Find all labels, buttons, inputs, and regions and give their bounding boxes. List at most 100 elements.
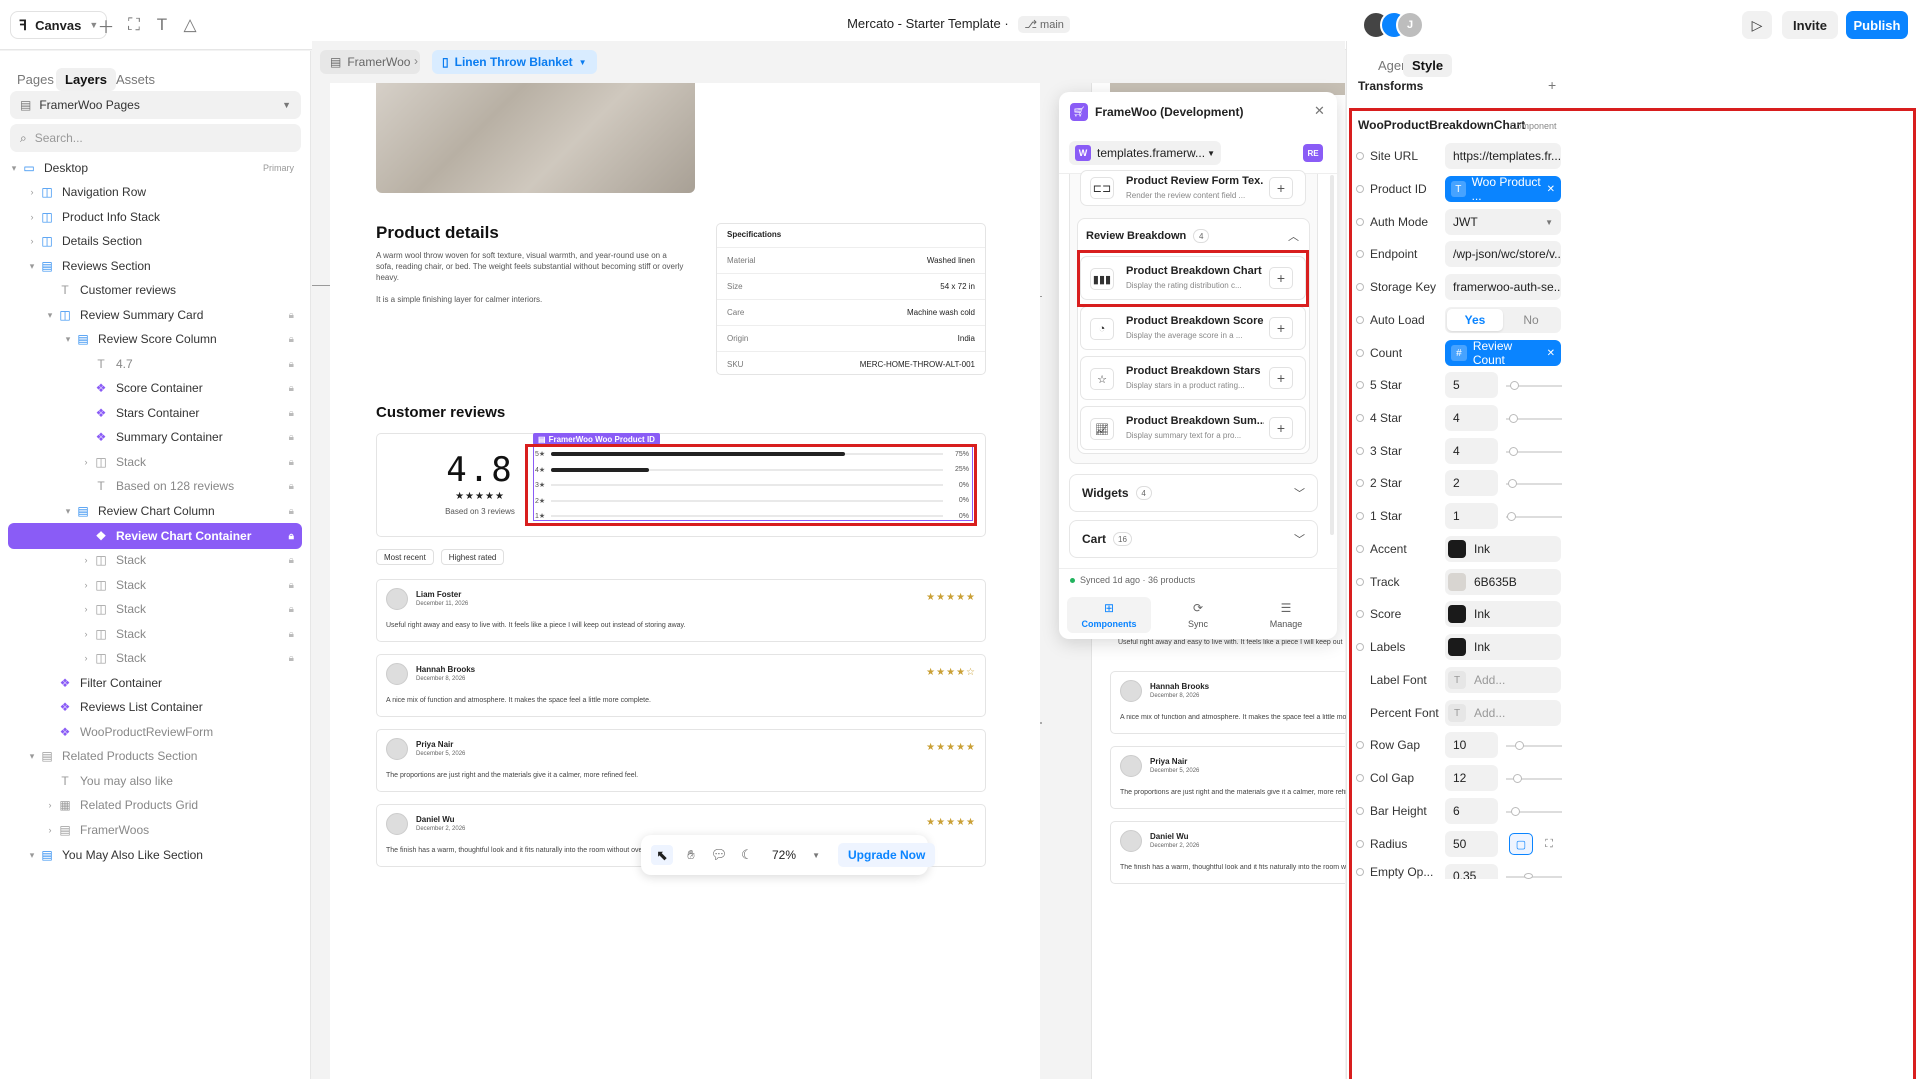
lock-icon[interactable]: 🔒︎ — [289, 310, 294, 321]
lock-icon[interactable]: 🔒︎ — [289, 629, 294, 640]
invite-button[interactable]: Invite — [1782, 11, 1838, 39]
layer-row[interactable]: ❖ Reviews List Container — [8, 695, 302, 719]
frame-tool-icon[interactable]: ⛶ — [120, 11, 148, 39]
add-component-button[interactable]: + — [1269, 367, 1293, 389]
star-1-slider[interactable] — [1506, 512, 1562, 521]
score-color-field[interactable]: Ink — [1445, 601, 1561, 627]
empty-opacity-input[interactable]: 0.35 — [1445, 864, 1498, 879]
layer-row[interactable]: ❖ Score Container 🔒︎ — [8, 376, 302, 400]
slider-knob[interactable] — [1509, 414, 1518, 423]
lock-icon[interactable]: 🔒︎ — [289, 334, 294, 345]
bar-height-input[interactable]: 6 — [1445, 798, 1498, 824]
layer-row[interactable]: T You may also like — [8, 769, 302, 793]
product-id-variable[interactable]: T Woo Product ... ✕ — [1445, 175, 1561, 203]
lock-icon[interactable]: 🔒︎ — [289, 506, 294, 517]
accent-color-field[interactable]: Ink — [1445, 536, 1561, 562]
layer-row[interactable]: › ◫ Stack 🔒︎ — [8, 450, 302, 474]
track-color-field[interactable]: 6B635B — [1445, 569, 1561, 595]
label-font-field[interactable]: T Add... — [1445, 667, 1561, 693]
hand-tool-icon[interactable]: ✋︎ — [680, 845, 702, 865]
lock-icon[interactable]: 🔒︎ — [289, 457, 294, 468]
nav-manage[interactable]: Manage — [1244, 619, 1328, 629]
layer-row[interactable]: › ◫ Stack 🔒︎ — [8, 597, 302, 621]
col-gap-input[interactable]: 12 — [1445, 765, 1498, 791]
layer-row[interactable]: ❖ Summary Container 🔒︎ — [8, 425, 302, 449]
slider-knob[interactable] — [1507, 512, 1516, 521]
comment-tool-icon[interactable]: 💬︎ — [708, 845, 730, 865]
insert-icon[interactable]: ＋ — [92, 11, 120, 39]
filter-most-recent[interactable]: Most recent — [376, 549, 434, 565]
bar-height-slider[interactable] — [1506, 807, 1562, 816]
vector-tool-icon[interactable]: △ — [176, 11, 204, 39]
layer-row[interactable]: › ▦ Related Products Grid — [8, 793, 302, 817]
branch-badge[interactable]: ⎇ main — [1018, 16, 1070, 33]
slider-knob[interactable] — [1524, 873, 1533, 879]
layer-row[interactable]: T Based on 128 reviews 🔒︎ — [8, 474, 302, 498]
tab-assets[interactable]: Assets — [107, 68, 164, 91]
slider-knob[interactable] — [1513, 774, 1522, 783]
add-icon[interactable]: + — [1548, 77, 1556, 93]
nav-components[interactable]: Components — [1067, 619, 1151, 629]
layer-row[interactable]: › ◫ Stack 🔒︎ — [8, 622, 302, 646]
star-1-input[interactable]: 1 — [1445, 503, 1498, 529]
add-component-button[interactable]: + — [1269, 317, 1293, 339]
layer-row[interactable]: ❖ Stars Container 🔒︎ — [8, 401, 302, 425]
row-gap-input[interactable]: 10 — [1445, 732, 1498, 758]
lock-icon[interactable]: 🔒︎ — [289, 580, 294, 591]
tab-pages[interactable]: Pages — [8, 68, 63, 91]
scrollbar[interactable] — [1330, 175, 1334, 535]
component-item[interactable]: ⊏⊐ Product Review Form Tex... Render the r… — [1080, 170, 1306, 206]
slider-knob[interactable] — [1510, 381, 1519, 390]
star-3-slider[interactable] — [1506, 447, 1562, 456]
layer-row[interactable]: ▾ ▭ Desktop Primary — [8, 156, 302, 180]
labels-color-field[interactable]: Ink — [1445, 634, 1561, 660]
star-3-input[interactable]: 4 — [1445, 438, 1498, 464]
lock-icon[interactable]: 🔒︎ — [289, 555, 294, 566]
empty-opacity-slider[interactable] — [1506, 873, 1562, 879]
layer-row[interactable]: T Customer reviews — [8, 278, 302, 302]
upgrade-now-button[interactable]: Upgrade Now — [838, 843, 936, 867]
dark-mode-icon[interactable]: ☾ — [736, 845, 758, 865]
breadcrumb-current[interactable]: ▯ Linen Throw Blanket ▼ — [432, 50, 597, 74]
close-icon[interactable]: ✕ — [1314, 103, 1325, 119]
auth-mode-select[interactable]: JWT ▼ — [1445, 209, 1561, 235]
col-gap-slider[interactable] — [1506, 774, 1562, 783]
publish-button[interactable]: Publish — [1846, 11, 1908, 39]
layer-row[interactable]: › ◫ Navigation Row — [8, 180, 302, 204]
radius-input[interactable]: 50 — [1445, 831, 1498, 857]
layer-row[interactable]: ▾ ▤ Related Products Section — [8, 744, 302, 768]
star-4-slider[interactable] — [1506, 414, 1562, 423]
component-item[interactable]: ◔ Product Breakdown Score Display the aver… — [1080, 306, 1306, 350]
layer-row[interactable]: ▾ ◫ Review Summary Card 🔒︎ — [8, 303, 302, 327]
tab-style[interactable]: Style — [1403, 54, 1453, 77]
component-item[interactable]: ▮▮▮ Product Breakdown Chart Display the ra… — [1080, 256, 1306, 300]
add-component-button[interactable]: + — [1269, 177, 1293, 199]
close-icon[interactable]: ✕ — [1547, 184, 1555, 195]
layer-row[interactable]: ▾ ▤ Reviews Section — [8, 254, 302, 278]
layer-row[interactable]: T 4.7 🔒︎ — [8, 352, 302, 376]
star-2-slider[interactable] — [1506, 479, 1562, 488]
account-badge[interactable]: RE — [1303, 144, 1323, 162]
slider-knob[interactable] — [1508, 479, 1517, 488]
add-component-button[interactable]: + — [1269, 267, 1293, 289]
auto-load-no[interactable]: No — [1503, 309, 1559, 331]
percent-font-field[interactable]: T Add... — [1445, 700, 1561, 726]
component-item[interactable]: ☆ Product Breakdown Stars Display stars in… — [1080, 356, 1306, 400]
layer-row[interactable]: ▾ ▤ Review Chart Column 🔒︎ — [8, 499, 302, 523]
chevron-up-icon[interactable]: ︿ — [1288, 228, 1299, 244]
layer-row[interactable]: ❖ WooProductReviewForm — [8, 720, 302, 744]
endpoint-field[interactable]: /wp-json/wc/store/v... — [1445, 241, 1561, 267]
layer-row[interactable]: ❖ Filter Container — [8, 671, 302, 695]
lock-icon[interactable]: 🔒︎ — [289, 432, 294, 443]
breadcrumb-root[interactable]: ▤ FramerWoo — [320, 50, 421, 74]
close-icon[interactable]: ✕ — [1547, 348, 1555, 359]
lock-icon[interactable]: 🔒︎ — [289, 359, 294, 370]
auto-load-yes[interactable]: Yes — [1447, 309, 1503, 331]
site-select[interactable]: W templates.framerw... ▼ — [1069, 141, 1221, 165]
site-url-field[interactable]: https://templates.fr... — [1445, 143, 1561, 169]
layer-row[interactable]: › ◫ Stack 🔒︎ — [8, 548, 302, 572]
star-5-input[interactable]: 5 — [1445, 372, 1498, 398]
row-gap-slider[interactable] — [1506, 741, 1562, 750]
user-avatar-initial[interactable]: J — [1396, 11, 1424, 39]
star-4-input[interactable]: 4 — [1445, 405, 1498, 431]
